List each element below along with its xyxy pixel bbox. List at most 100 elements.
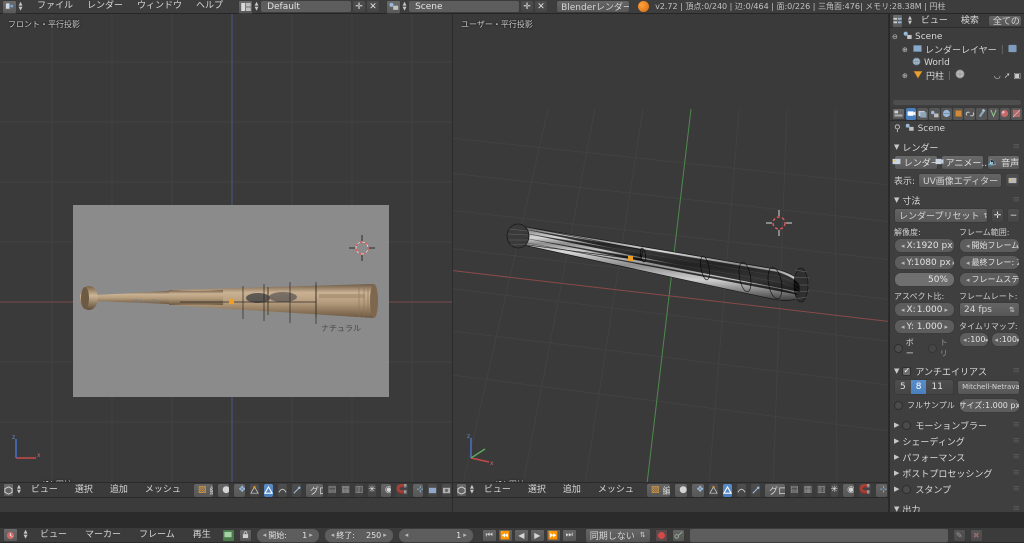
next-keyframe-icon[interactable]: ⏩	[545, 528, 561, 542]
occlude-geometry-icon[interactable]: ▦	[802, 482, 813, 498]
data-tab-icon[interactable]	[987, 107, 999, 120]
material-tab-icon[interactable]	[999, 107, 1011, 120]
properties-editor-icon[interactable]	[892, 107, 905, 120]
snap-target-dropdown[interactable]: ◉⇅	[379, 482, 393, 498]
restrict-render-icon[interactable]: ▣	[1013, 71, 1021, 80]
menu-render[interactable]: レンダー	[80, 0, 130, 13]
manipulator-widget-icon[interactable]	[290, 482, 302, 498]
edge-select-icon[interactable]	[262, 482, 274, 498]
render-image-button[interactable]: レンダー	[892, 155, 940, 170]
render-engine-dropdown[interactable]: Blenderレンダー ⇅	[556, 0, 631, 13]
constraints-tab-icon[interactable]	[964, 107, 976, 120]
frame-step-field[interactable]: ◂フレームステ: 1▸	[959, 272, 1020, 287]
object-tab-icon[interactable]	[952, 107, 964, 120]
active-keying-set-field[interactable]	[688, 527, 949, 543]
viewport-left-menu-view[interactable]: ビュー	[24, 482, 65, 498]
edge-select-icon[interactable]	[721, 482, 733, 498]
insert-keyframe-icon[interactable]: ✎	[952, 528, 966, 542]
resolution-y-field[interactable]: ◂Y: 1080 px▸	[894, 255, 955, 270]
scene-browse-spinner[interactable]: ▲ ▼	[401, 0, 408, 13]
timeline-menu-playback[interactable]: 再生	[186, 527, 218, 543]
frame-start-input[interactable]: ◂ 開始: 1 ▸	[255, 527, 320, 543]
motion-blur-checkbox[interactable]	[902, 420, 912, 430]
pin-id-icon[interactable]: ⚲	[894, 124, 901, 134]
disclosure-triangle-icon[interactable]: ⊖	[892, 33, 900, 41]
timeline-editor-icon[interactable]	[3, 528, 18, 542]
antialiasing-panel-header[interactable]: ▼ ✓ アンチエイリアス ≡	[894, 363, 1020, 379]
transform-orientation-dropdown-right[interactable]: グローバル ⇅	[763, 482, 786, 498]
3d-view-editor-icon[interactable]	[456, 483, 467, 497]
viewport-left-menu-add[interactable]: 追加	[103, 482, 135, 498]
scene-icon[interactable]	[386, 0, 402, 14]
frame-end-field[interactable]: ◂最終フレー: 250▸	[959, 255, 1020, 270]
viewport-right-editor-spinner[interactable]: ▲ ▼	[470, 484, 474, 497]
editor-type-spinner[interactable]: ▲ ▼	[17, 0, 24, 13]
aa-size-field[interactable]: ◂ サイズ:1.000 px ▸	[958, 398, 1020, 413]
render-animation-button[interactable]: アニメー...	[935, 155, 990, 170]
add-new-screen-button[interactable]: ✛	[352, 0, 367, 13]
outliner-horizontal-scrollbar[interactable]	[893, 100, 1021, 105]
aa-filter-dropdown[interactable]: Mitchell-Netravali ⇅	[957, 379, 1020, 395]
viewport-left-editor-spinner[interactable]: ▲ ▼	[17, 484, 21, 497]
jump-end-icon[interactable]: ⏭	[561, 528, 577, 542]
vertex-select-icon[interactable]	[707, 482, 719, 498]
menu-help[interactable]: ヘルプ	[189, 0, 230, 13]
viewport-right-menu-add[interactable]: 追加	[556, 482, 588, 498]
use-preview-range-icon[interactable]	[221, 528, 235, 542]
render-panel-header[interactable]: ▼ レンダー ≡	[894, 139, 1020, 155]
time-remap-new-field[interactable]: ◂:100▸	[990, 332, 1020, 347]
resolution-percentage-slider[interactable]: 50%	[894, 272, 955, 287]
aa-samples-16[interactable]: 16	[947, 380, 954, 394]
outliner-row-scene[interactable]: ⊖ Scene	[892, 30, 1024, 43]
mesh-data-icon[interactable]	[955, 69, 965, 82]
lock-time-icon[interactable]	[238, 528, 252, 542]
lock-interface-icon[interactable]	[1005, 173, 1020, 188]
render-layers-tab-icon[interactable]	[917, 107, 929, 120]
output-panel-header[interactable]: ▼ 出力 ≡	[894, 501, 1020, 512]
viewport-left-menu-mesh[interactable]: メッシュ	[138, 482, 188, 498]
scene-name-field[interactable]: Scene	[408, 0, 521, 13]
play-reverse-icon[interactable]: ◀	[513, 528, 529, 542]
add-preset-button[interactable]: ✛	[991, 208, 1004, 223]
hidden-wire-icon[interactable]: ▥	[353, 482, 365, 498]
outliner-row-cylinder[interactable]: ⊕ 円柱 | ◡ ➚ ▣	[892, 69, 1024, 82]
render-layer-data-icon[interactable]	[1008, 44, 1017, 56]
viewport-right-menu-select[interactable]: 選択	[521, 482, 553, 498]
viewport-right-shading-dropdown[interactable]: ●⇅	[674, 482, 689, 498]
transform-orientation-dropdown[interactable]: グローバル ⇅	[304, 482, 324, 498]
outliner-editor-spinner[interactable]: ▲ ▼	[908, 14, 912, 27]
unlink-scene-button[interactable]: ✕	[534, 0, 549, 13]
scene-tab-icon[interactable]	[929, 107, 940, 120]
hidden-wire-icon[interactable]: ▥	[816, 482, 827, 498]
viewport-right-canvas[interactable]: ユーザー・平行投影 (1) 円柱 x z	[453, 14, 888, 482]
properties-editor[interactable]: ⚲ Scene ▼ レンダー ≡ レンダー アニメー... 🔈 音声 表示: U…	[889, 107, 1024, 512]
render-preset-dropdown[interactable]: レンダープリセット ⇅	[894, 208, 988, 223]
outliner-menu-search[interactable]: 検索	[957, 13, 983, 29]
texture-tab-icon[interactable]	[1011, 107, 1023, 120]
timeline-editor-spinner[interactable]: ▲ ▼	[22, 529, 29, 542]
performance-panel-header[interactable]: ▶ パフォーマンス ≡	[894, 449, 1020, 465]
screen-layout-icon[interactable]	[238, 0, 254, 14]
face-select-icon[interactable]	[735, 482, 747, 498]
occlude-geometry-icon[interactable]: ▦	[340, 482, 351, 498]
dimensions-panel-header[interactable]: ▼ 寸法 ≡	[894, 192, 1020, 208]
shading-panel-header[interactable]: ▶ シェーディング ≡	[894, 433, 1020, 449]
outliner-row-render-layer[interactable]: ⊕ レンダーレイヤー |	[892, 43, 1024, 56]
stamp-checkbox[interactable]	[902, 484, 912, 494]
render-view-icon[interactable]	[426, 482, 438, 498]
proportional-edit-icon[interactable]: ✳	[829, 482, 840, 498]
render-preview-icon[interactable]	[440, 482, 452, 498]
viewport-right-mode-dropdown[interactable]: ▧ 編集モード ⇅	[645, 482, 672, 498]
current-frame-input[interactable]: ◂ 1 ▸	[397, 527, 474, 543]
info-editor-icon[interactable]	[2, 0, 17, 14]
snap-target-dropdown-right[interactable]: ◉⇅	[842, 482, 856, 498]
border-checkbox[interactable]	[894, 343, 903, 353]
aspect-y-field[interactable]: ◂ Y: 1.000 ▸	[894, 319, 955, 334]
disclosure-triangle-icon[interactable]: ⊕	[902, 46, 910, 54]
outliner-row-world[interactable]: World	[892, 56, 1024, 69]
timeline-menu-view[interactable]: ビュー	[33, 527, 74, 543]
sync-mode-dropdown[interactable]: 同期しない ⇅	[584, 527, 651, 543]
stamp-panel-header[interactable]: ▶ スタンプ ≡	[894, 481, 1020, 497]
full-sample-checkbox[interactable]	[894, 401, 903, 410]
magnet-icon[interactable]: 🧲	[858, 482, 872, 498]
